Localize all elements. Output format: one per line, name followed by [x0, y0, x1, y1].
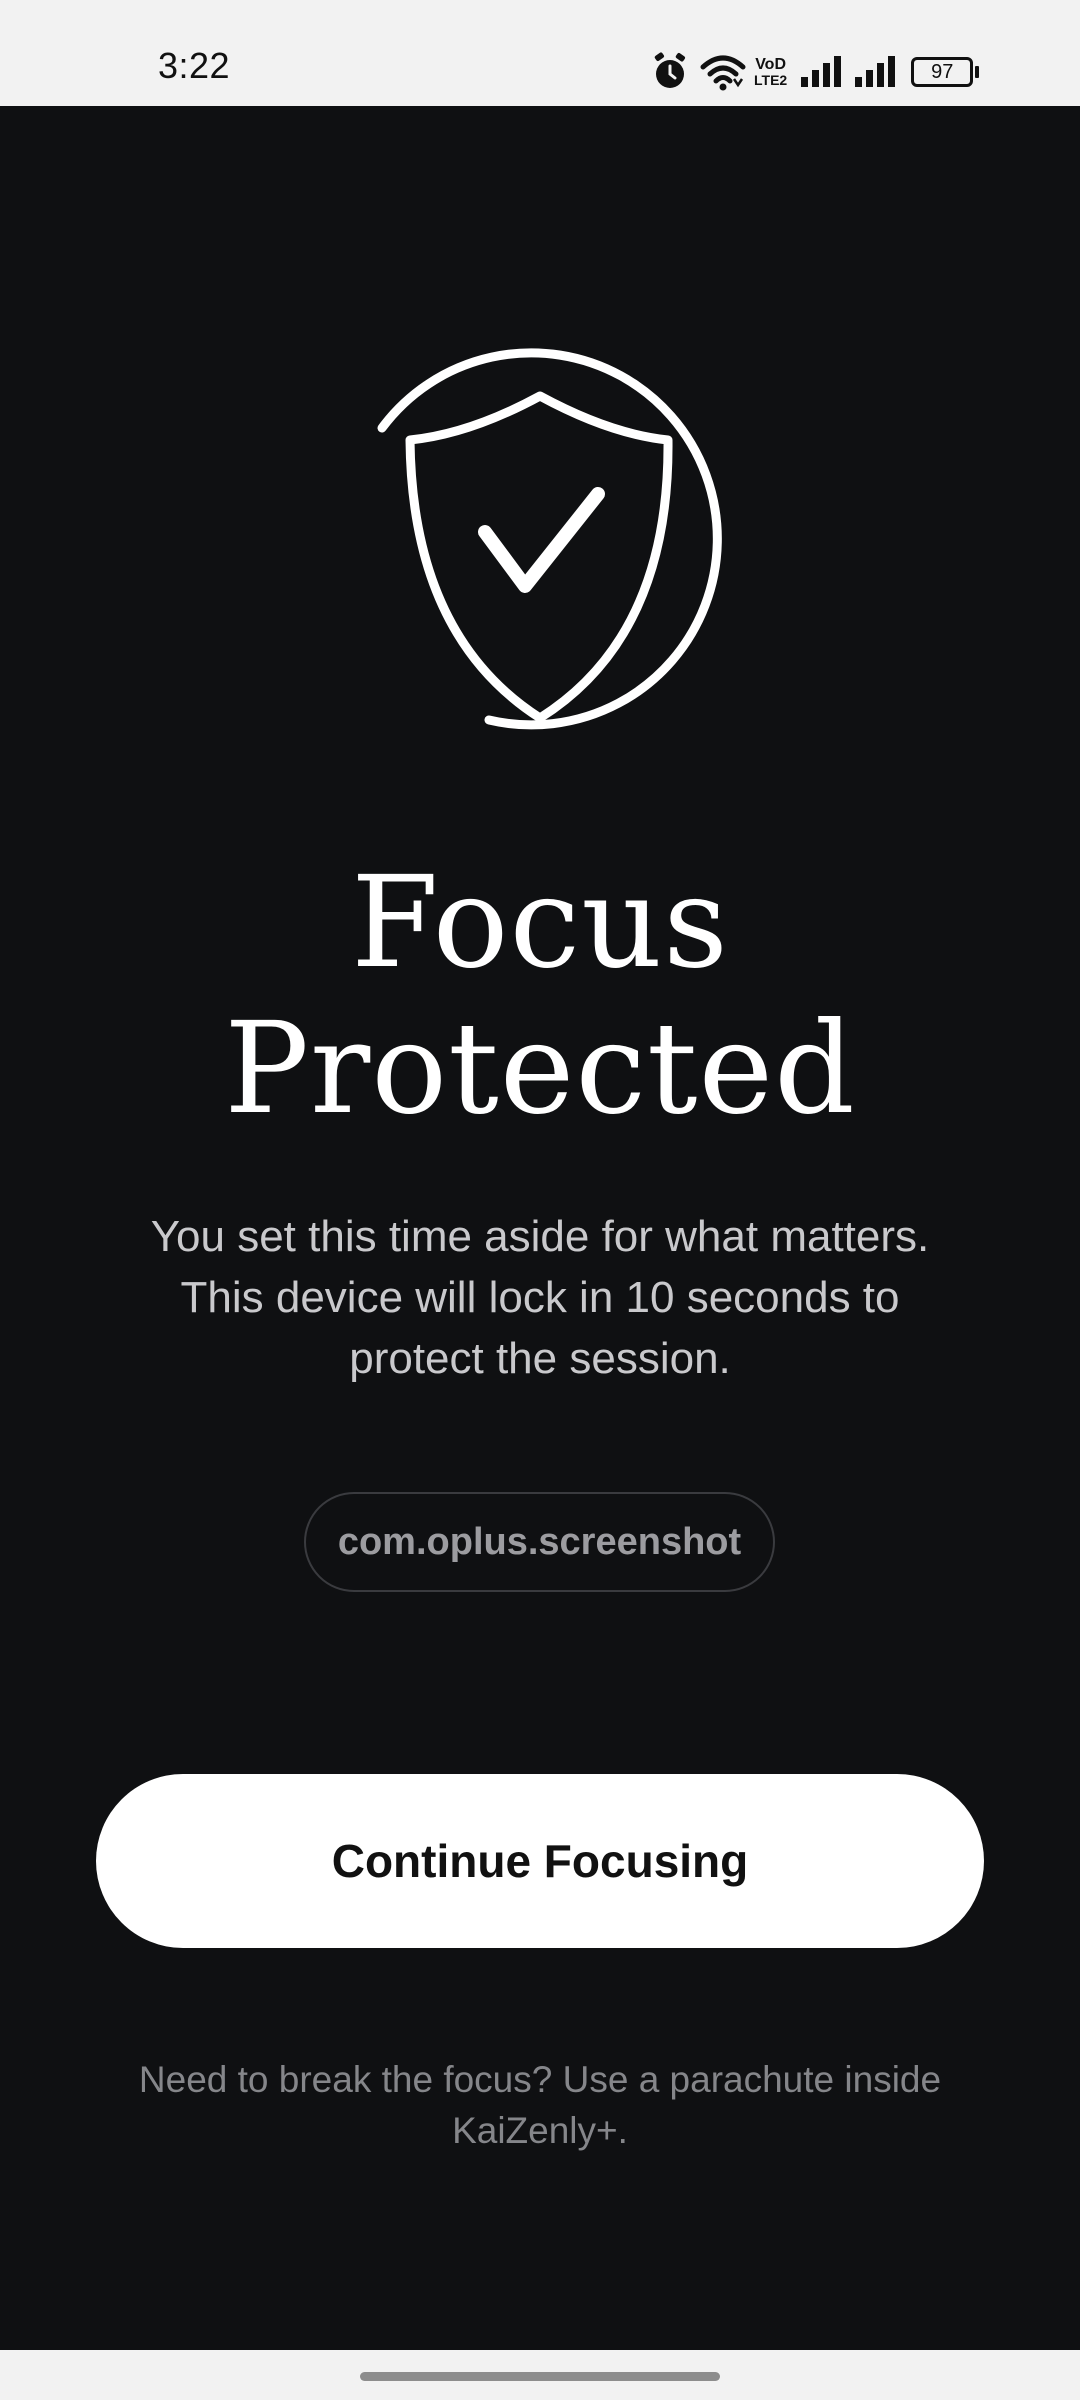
parachute-hint-line-2: KaiZenly+.	[452, 2110, 628, 2151]
blocked-app-chip: com.oplus.screenshot	[304, 1492, 775, 1592]
lock-message-line-2: This device will lock in 10 seconds to	[180, 1273, 900, 1322]
focus-screen: Focus Protected You set this time aside …	[0, 106, 1080, 2350]
navigation-bar	[0, 2350, 1080, 2400]
battery-icon: 97	[911, 57, 980, 87]
shield-check-icon	[370, 346, 750, 746]
alarm-icon	[652, 52, 688, 92]
lock-message-line-1: You set this time aside for what matters…	[150, 1212, 930, 1261]
volte-icon: VoD LTE2	[754, 56, 788, 88]
status-bar: 3:22 VoD LTE2 97	[0, 0, 1080, 106]
title-line-1: Focus	[351, 849, 729, 996]
wifi-icon	[700, 53, 746, 91]
continue-focusing-button[interactable]: Continue Focusing	[96, 1774, 984, 1948]
status-icons: VoD LTE2 97	[652, 52, 980, 92]
signal-icon	[799, 55, 843, 89]
volte-top-label: VoD	[755, 56, 786, 73]
title-line-2: Protected	[224, 995, 856, 1142]
lock-message-line-3: protect the session.	[349, 1334, 731, 1383]
parachute-hint: Need to break the focus? Use a parachute…	[100, 2054, 980, 2156]
lock-message: You set this time aside for what matters…	[90, 1206, 990, 1389]
battery-level: 97	[911, 57, 974, 87]
status-time: 3:22	[158, 45, 231, 86]
volte-bottom-label: LTE2	[754, 72, 788, 88]
page-title: Focus Protected	[0, 850, 1080, 1142]
signal-icon	[853, 55, 897, 89]
home-indicator[interactable]	[360, 2372, 720, 2381]
parachute-hint-line-1: Need to break the focus? Use a parachute…	[138, 2059, 942, 2100]
